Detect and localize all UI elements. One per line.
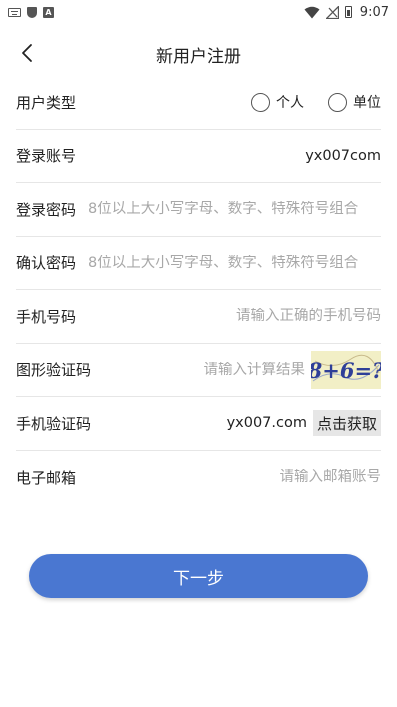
keyboard-icon: [8, 7, 21, 17]
battery-icon: [344, 6, 352, 18]
sms-code-row: 手机验证码 点击获取: [16, 397, 381, 451]
status-bar: A 9:07: [0, 0, 397, 24]
phone-input[interactable]: [76, 308, 381, 325]
phone-label: 手机号码: [16, 307, 77, 326]
radio-circle-icon: [328, 92, 347, 112]
captcha-input[interactable]: [91, 361, 305, 378]
user-type-label: 用户类型: [16, 93, 77, 112]
login-account-input[interactable]: [76, 147, 381, 164]
nav-bar: 新用户注册: [0, 30, 397, 76]
sms-code-label: 手机验证码: [16, 414, 92, 433]
captcha-text: 8+6=?: [311, 358, 381, 383]
phone-row: 手机号码: [16, 290, 381, 344]
wifi-icon: [304, 6, 320, 18]
email-label: 电子邮箱: [16, 468, 77, 487]
login-password-label: 登录密码: [16, 200, 77, 219]
status-left: A: [8, 6, 54, 18]
captcha-image[interactable]: 8+6=?: [311, 350, 381, 389]
a-app-icon: A: [43, 6, 54, 18]
radio-organization-label: 单位: [353, 95, 381, 112]
status-right: 9:07: [304, 5, 389, 20]
register-form: 用户类型 个人 单位 登录账号 登录密码 确认密码: [16, 76, 381, 504]
user-type-radio-group: 个人 单位: [251, 92, 381, 112]
sms-code-input[interactable]: [91, 415, 307, 432]
login-password-input[interactable]: [88, 201, 381, 218]
email-row: 电子邮箱: [16, 451, 381, 505]
email-input[interactable]: [76, 469, 381, 486]
signal-off-icon: [325, 5, 339, 19]
register-page: A 9:07 新用户注册 用户类型 个人 单位 登录账号 yx007com 登录…: [0, 0, 397, 707]
confirm-password-label: 确认密码: [16, 254, 77, 273]
captcha-row: 图形验证码 8+6=?: [16, 344, 381, 397]
confirm-password-input[interactable]: [88, 254, 381, 271]
radio-personal[interactable]: 个人: [251, 92, 304, 112]
login-account-row: 登录账号: [16, 130, 381, 183]
captcha-label: 图形验证码: [16, 361, 92, 380]
user-type-row: 用户类型 个人 单位: [16, 76, 381, 130]
login-password-row: 登录密码: [16, 183, 381, 237]
radio-circle-icon: [251, 92, 270, 112]
page-title: 新用户注册: [156, 47, 241, 67]
get-code-button[interactable]: 点击获取: [312, 410, 381, 437]
login-account-label: 登录账号: [16, 147, 77, 166]
radio-personal-label: 个人: [276, 95, 304, 112]
confirm-password-row: 确认密码: [16, 237, 381, 290]
next-button[interactable]: 下一步: [29, 554, 368, 598]
radio-organization[interactable]: 单位: [328, 92, 381, 112]
shield-icon: [27, 6, 37, 18]
status-time: 9:07: [359, 4, 389, 20]
